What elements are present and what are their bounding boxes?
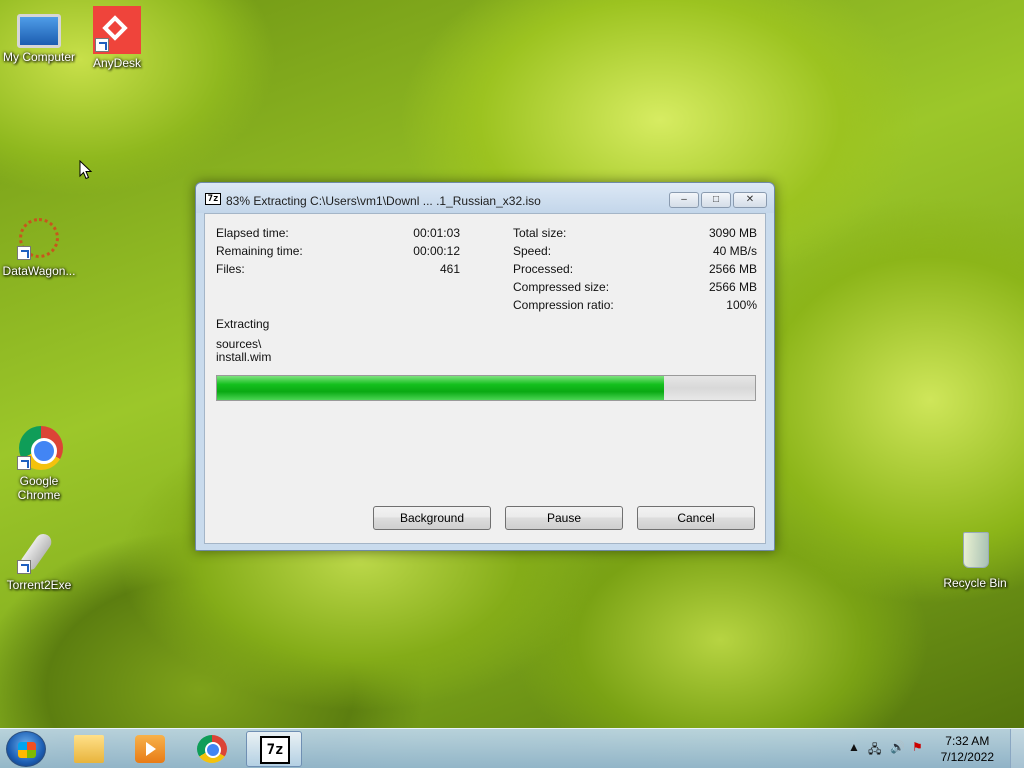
compression-ratio-label: Compression ratio: (513, 298, 614, 312)
total-size-value: 3090 MB (708, 226, 757, 240)
show-desktop-button[interactable] (1010, 729, 1024, 768)
current-file: install.wim (216, 350, 272, 364)
total-size-label: Total size: (513, 226, 567, 240)
show-hidden-icons-icon[interactable]: ▲ (848, 740, 860, 754)
processed-label: Processed: (513, 262, 574, 276)
compressed-size-label: Compressed size: (513, 280, 610, 294)
desktop-icon-recycle-bin[interactable]: Recycle Bin (936, 526, 1014, 590)
close-icon: ✕ (745, 194, 755, 205)
desktop-icon-datawagon[interactable]: DataWagon... (0, 214, 78, 278)
desktop-icon-label: Google Chrome (17, 474, 61, 502)
shortcut-arrow-icon (17, 246, 31, 260)
desktop-icon-label: My Computer (2, 50, 76, 64)
compression-ratio-value: 100% (726, 298, 757, 312)
windows-logo-icon (18, 742, 36, 758)
volume-icon[interactable]: 🔊 (890, 740, 905, 754)
remaining-time-value: 00:00:12 (413, 244, 460, 258)
desktop-icon-label: Recycle Bin (943, 576, 1007, 590)
pause-button[interactable]: Pause (505, 506, 623, 530)
desktop-icon-label: DataWagon... (2, 264, 76, 278)
media-player-icon (135, 735, 165, 763)
status-label: Extracting (216, 317, 270, 331)
shortcut-arrow-icon (17, 560, 31, 574)
extraction-dialog: 7z 83% Extracting C:\Users\vm1\Downl ...… (195, 182, 775, 551)
desktop-icon-label: AnyDesk (92, 56, 142, 70)
desktop-icon-torrent2exe[interactable]: Torrent2Exe (0, 528, 78, 592)
shortcut-arrow-icon (17, 456, 31, 470)
progress-bar (216, 375, 756, 401)
datawagon-icon (15, 214, 63, 262)
maximize-button[interactable]: □ (701, 192, 731, 208)
speed-value: 40 MB/s (712, 244, 757, 258)
close-button[interactable]: ✕ (733, 192, 767, 208)
desktop-icon-label: Torrent2Exe (6, 578, 72, 592)
taskbar-item-media-player[interactable] (122, 731, 178, 767)
clock[interactable]: 7:32 AM 7/12/2022 (941, 733, 994, 765)
remaining-time-label: Remaining time: (216, 244, 303, 258)
taskbar: 7z ▲ 🖧 🔊 ⚑ 7:32 AM 7/12/2022 (0, 728, 1024, 768)
processed-value: 2566 MB (708, 262, 757, 276)
taskbar-item-chrome[interactable] (184, 731, 240, 767)
dialog-titlebar[interactable]: 7z 83% Extracting C:\Users\vm1\Downl ...… (196, 183, 774, 213)
speed-label: Speed: (513, 244, 552, 258)
progress-bar-fill (217, 376, 664, 400)
start-button[interactable] (6, 731, 46, 767)
elapsed-time-value: 00:01:03 (413, 226, 460, 240)
minimize-icon: – (681, 194, 687, 205)
cancel-button[interactable]: Cancel (637, 506, 755, 530)
recycle-bin-icon (951, 526, 999, 574)
desktop-icon-my-computer[interactable]: My Computer (0, 8, 78, 64)
clock-date: 7/12/2022 (940, 750, 994, 764)
dialog-body: Elapsed time: 00:01:03 Remaining time: 0… (204, 213, 766, 544)
desktop-icon-anydesk[interactable]: AnyDesk (78, 6, 156, 70)
files-label: Files: (216, 262, 245, 276)
system-tray: ▲ 🖧 🔊 ⚑ 7:32 AM 7/12/2022 (834, 729, 1024, 768)
taskbar-item-7zip[interactable]: 7z (246, 731, 302, 767)
computer-icon (17, 14, 61, 48)
anydesk-icon (93, 6, 141, 54)
taskbar-item-explorer[interactable] (61, 731, 117, 767)
desktop-icon-google-chrome[interactable]: Google Chrome (0, 424, 78, 502)
clock-time: 7:32 AM (945, 734, 990, 748)
files-value: 461 (439, 262, 460, 276)
current-folder: sources\ (216, 337, 262, 351)
background-button[interactable]: Background (373, 506, 491, 530)
action-center-icon[interactable]: ⚑ (912, 740, 923, 754)
chrome-icon (197, 735, 227, 763)
dialog-title: 83% Extracting C:\Users\vm1\Downl ... .1… (226, 194, 541, 208)
windows-explorer-icon (74, 735, 104, 763)
7zip-icon: 7z (260, 736, 290, 764)
network-icon[interactable]: 🖧 (868, 740, 881, 761)
compressed-size-value: 2566 MB (708, 280, 757, 294)
7zip-app-icon: 7z (205, 193, 221, 205)
minimize-button[interactable]: – (669, 192, 699, 208)
maximize-icon: □ (712, 194, 720, 205)
chrome-icon (15, 424, 63, 472)
elapsed-time-label: Elapsed time: (216, 226, 289, 240)
shortcut-arrow-icon (95, 38, 109, 52)
torrent2exe-icon (15, 528, 63, 576)
